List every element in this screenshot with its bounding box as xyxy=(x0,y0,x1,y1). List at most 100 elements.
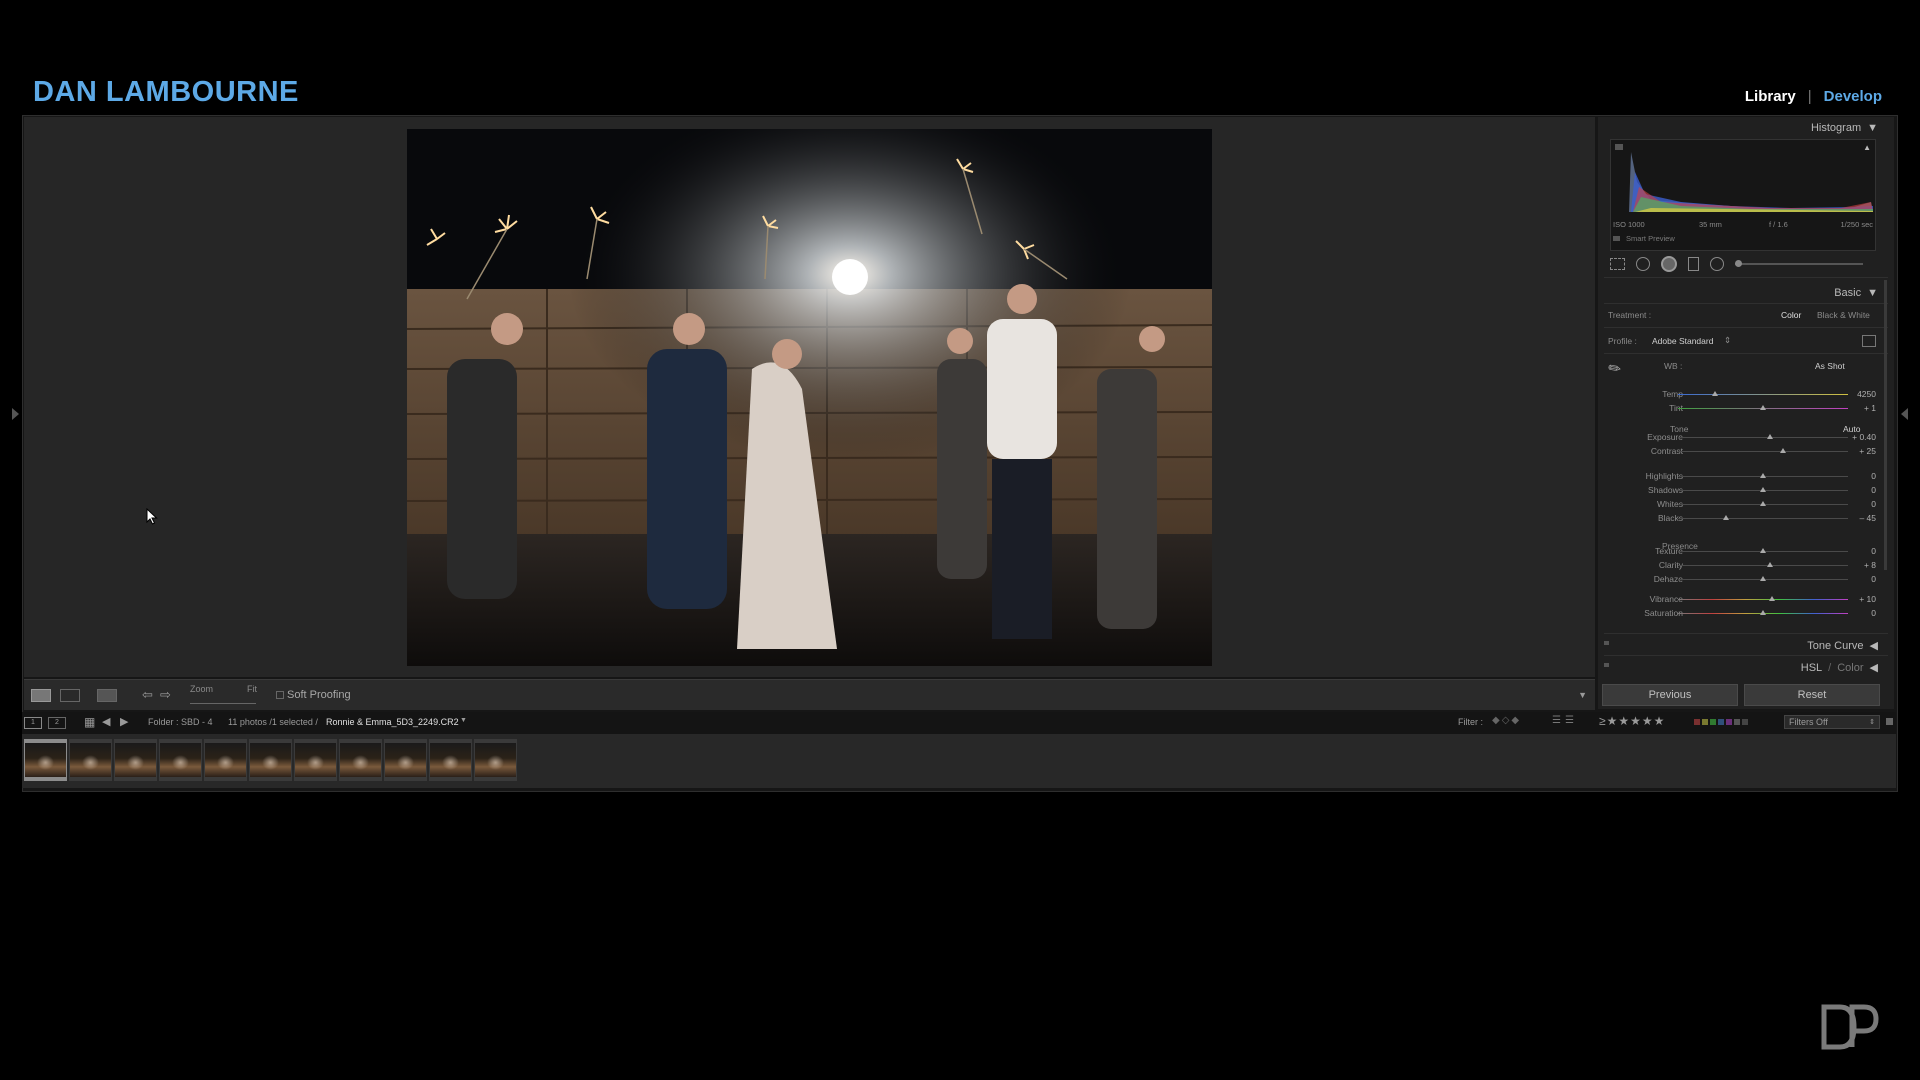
treatment-bw-option[interactable]: Black & White xyxy=(1817,310,1870,320)
filters-off-dropdown[interactable]: Filters Off ⇕ xyxy=(1784,715,1880,729)
hsl-toggle-switch[interactable] xyxy=(1604,663,1609,667)
slider-thumb[interactable] xyxy=(1766,434,1773,439)
flag-filter-icons[interactable]: ◆◇◆ xyxy=(1492,715,1521,726)
slider-thumb[interactable] xyxy=(1766,562,1773,567)
filmstrip-thumbnail[interactable] xyxy=(69,739,112,781)
slider-thumb[interactable] xyxy=(1760,501,1766,506)
slider-saturation[interactable]: Saturation 0 xyxy=(1610,607,1878,621)
slider-value[interactable]: 0 xyxy=(1871,499,1876,509)
slider-value[interactable]: + 0.40 xyxy=(1852,432,1876,442)
red-eye-tool-icon[interactable] xyxy=(1661,256,1677,272)
slider-thumb[interactable] xyxy=(1760,405,1766,410)
compare-view-button[interactable] xyxy=(60,680,80,710)
slider-value[interactable]: + 10 xyxy=(1859,594,1876,604)
wb-eyedropper-icon[interactable]: ✎ xyxy=(1604,354,1629,379)
tone-curve-toggle-switch[interactable] xyxy=(1604,641,1609,645)
forward-arrow-icon[interactable]: ▶ xyxy=(120,715,128,728)
graduated-filter-icon[interactable] xyxy=(1688,257,1699,271)
histogram-header[interactable]: Histogram ▼ xyxy=(1811,122,1878,134)
spot-removal-tool-icon[interactable] xyxy=(1636,257,1650,271)
prev-photo-arrow-icon[interactable]: ⇦ xyxy=(142,680,153,710)
slider-value[interactable]: + 8 xyxy=(1864,560,1876,570)
grid-view-icon[interactable]: ▦ xyxy=(84,715,95,729)
slider-thumb[interactable] xyxy=(1768,596,1775,601)
slider-track[interactable] xyxy=(1678,518,1848,519)
secondary-window-button[interactable]: 2 xyxy=(48,717,66,729)
filename-dropdown-icon[interactable]: ▼ xyxy=(460,717,467,724)
folder-source[interactable]: Folder : SBD - 4 xyxy=(148,717,213,727)
slider-thumb[interactable] xyxy=(1760,576,1766,581)
slider-contrast[interactable]: Contrast + 25 xyxy=(1610,445,1878,459)
radial-filter-icon[interactable] xyxy=(1710,257,1724,271)
back-arrow-icon[interactable]: ◀ xyxy=(102,715,110,728)
slider-thumb[interactable] xyxy=(1760,473,1766,478)
previous-button[interactable]: Previous xyxy=(1602,684,1738,706)
filmstrip-thumbnail[interactable] xyxy=(474,739,517,781)
slider-temp[interactable]: Temp 4250 xyxy=(1610,388,1878,402)
slider-clarity[interactable]: Clarity + 8 xyxy=(1610,559,1878,573)
slider-value[interactable]: + 25 xyxy=(1859,446,1876,456)
basic-header[interactable]: Basic ▼ xyxy=(1834,287,1878,299)
slider-thumb[interactable] xyxy=(1712,391,1719,396)
slider-value[interactable]: 4250 xyxy=(1857,389,1876,399)
slider-thumb[interactable] xyxy=(1722,515,1729,520)
survey-view-button[interactable] xyxy=(97,680,117,710)
toolbar-menu-chevron-down-icon[interactable]: ▼ xyxy=(1578,680,1587,710)
adjustment-brush-slider[interactable] xyxy=(1735,260,1863,267)
profile-dropdown[interactable]: Adobe Standard xyxy=(1652,336,1713,346)
slider-dehaze[interactable]: Dehaze 0 xyxy=(1610,573,1878,587)
slider-highlights[interactable]: Highlights 0 xyxy=(1610,470,1878,484)
filmstrip-thumbnail[interactable] xyxy=(384,739,427,781)
slider-thumb[interactable] xyxy=(1780,448,1787,453)
left-panel-toggle-icon[interactable] xyxy=(12,408,19,420)
slider-thumb[interactable] xyxy=(1760,548,1766,553)
filmstrip-thumbnail[interactable] xyxy=(114,739,157,781)
right-panel-toggle-icon[interactable] xyxy=(1901,408,1908,420)
slider-thumb[interactable] xyxy=(1760,610,1766,615)
color-label-filter[interactable] xyxy=(1694,719,1748,725)
soft-proofing-checkbox[interactable] xyxy=(276,680,284,710)
crop-tool-icon[interactable] xyxy=(1610,258,1625,270)
wb-dropdown[interactable]: As Shot xyxy=(1815,361,1845,371)
filmstrip-thumbnail[interactable] xyxy=(24,739,67,781)
slider-track[interactable] xyxy=(1678,451,1848,452)
profile-dropdown-updown-icon[interactable]: ⇕ xyxy=(1724,335,1731,346)
slider-track[interactable] xyxy=(1678,394,1848,395)
slider-value[interactable]: 0 xyxy=(1871,471,1876,481)
filmstrip-thumbnail[interactable] xyxy=(249,739,292,781)
slider-track[interactable] xyxy=(1678,437,1848,438)
slider-thumb[interactable] xyxy=(1760,487,1766,492)
slider-value[interactable]: 0 xyxy=(1871,574,1876,584)
next-photo-arrow-icon[interactable]: ⇨ xyxy=(160,680,171,710)
treatment-color-option[interactable]: Color xyxy=(1781,310,1801,320)
loupe-view-button[interactable] xyxy=(31,680,51,710)
slider-value[interactable]: 0 xyxy=(1871,546,1876,556)
filmstrip-thumbnail[interactable] xyxy=(294,739,337,781)
slider-value[interactable]: + 1 xyxy=(1864,403,1876,413)
profile-browser-grid-icon[interactable] xyxy=(1862,335,1876,347)
highlight-clipping-icon[interactable]: ▲ xyxy=(1863,143,1871,152)
slider-whites[interactable]: Whites 0 xyxy=(1610,498,1878,512)
slider-texture[interactable]: Texture 0 xyxy=(1610,545,1878,559)
filmstrip-thumbnail[interactable] xyxy=(339,739,382,781)
hsl-header[interactable]: HSL / Color ◀ xyxy=(1801,661,1878,675)
module-develop[interactable]: Develop xyxy=(1824,88,1882,105)
edit-filter-icons[interactable]: ☰☰ xyxy=(1552,715,1578,726)
slider-track[interactable] xyxy=(1678,599,1848,600)
filmstrip-thumbnail[interactable] xyxy=(204,739,247,781)
slider-exposure[interactable]: Exposure + 0.40 xyxy=(1610,431,1878,445)
selected-filename[interactable]: Ronnie & Emma_5D3_2249.CR2 xyxy=(326,717,459,727)
star-rating-filter[interactable]: ≥★★★★★ xyxy=(1599,714,1665,728)
filmstrip-thumbnail[interactable] xyxy=(429,739,472,781)
filmstrip-thumbnail[interactable] xyxy=(159,739,202,781)
slider-blacks[interactable]: Blacks – 45 xyxy=(1610,512,1878,526)
slider-value[interactable]: 0 xyxy=(1871,485,1876,495)
slider-tint[interactable]: Tint + 1 xyxy=(1610,402,1878,416)
reset-button[interactable]: Reset xyxy=(1744,684,1880,706)
slider-vibrance[interactable]: Vibrance + 10 xyxy=(1610,593,1878,607)
tone-curve-header[interactable]: Tone Curve ◀ xyxy=(1807,639,1878,653)
slider-shadows[interactable]: Shadows 0 xyxy=(1610,484,1878,498)
filter-lock-icon[interactable] xyxy=(1886,718,1893,725)
main-photo[interactable] xyxy=(407,129,1212,666)
panel-scrollbar[interactable] xyxy=(1884,280,1887,570)
